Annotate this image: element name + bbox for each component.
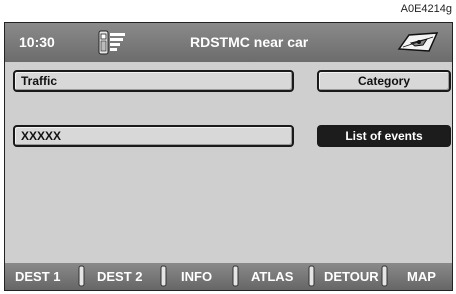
title-bar: 10:30 RDSTMC near car: [5, 23, 452, 62]
phone-signal-icon: [98, 30, 125, 55]
figure-reference: A0E4214g: [400, 3, 452, 15]
separator-icon: [160, 265, 167, 287]
bottom-soft-key-bar: DEST 1 DEST 2 INFO ATLAS DETOUR MAP: [5, 263, 452, 290]
event-name-field[interactable]: XXXXX: [13, 125, 294, 147]
separator-icon: [381, 265, 388, 287]
dest1-button[interactable]: DEST 1: [15, 269, 61, 284]
screen-title: RDSTMC near car: [190, 34, 309, 50]
info-button[interactable]: INFO: [181, 269, 212, 284]
category-button[interactable]: Category: [317, 70, 451, 92]
atlas-button[interactable]: ATLAS: [251, 269, 293, 284]
traffic-label-field: Traffic: [13, 70, 294, 92]
display-screen: 10:30 RDSTMC near car Traffic Category X…: [4, 22, 453, 291]
separator-icon: [308, 265, 315, 287]
detour-button[interactable]: DETOUR: [324, 269, 379, 284]
navigation-map-icon: [397, 32, 439, 52]
list-of-events-button[interactable]: List of events: [317, 125, 451, 147]
dest2-button[interactable]: DEST 2: [97, 269, 143, 284]
separator-icon: [78, 265, 85, 287]
map-button[interactable]: MAP: [407, 269, 436, 284]
separator-icon: [232, 265, 239, 287]
clock-time: 10:30: [19, 34, 55, 50]
